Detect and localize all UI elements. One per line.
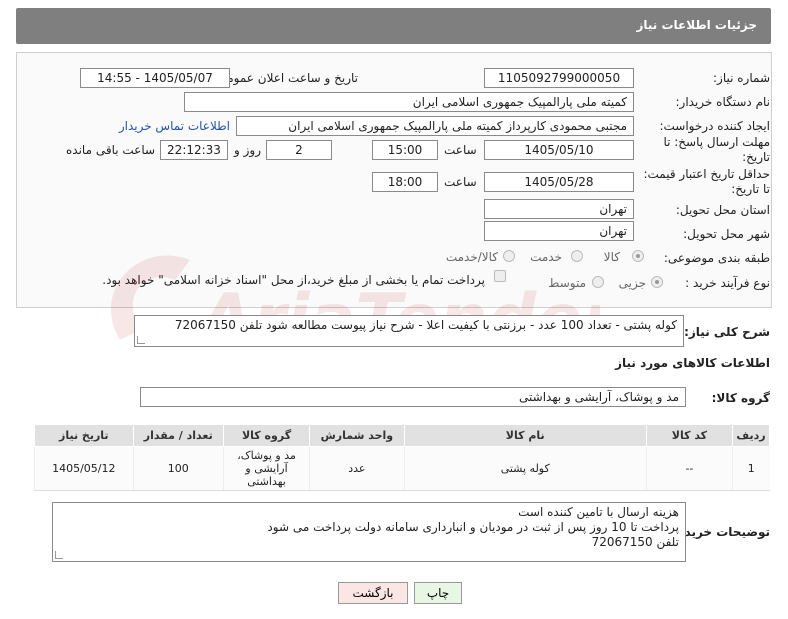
price-validity-time-field: 18:00	[372, 172, 438, 192]
remaining-time-label: ساعت باقی مانده	[66, 143, 156, 157]
back-button[interactable]: بازگشت	[338, 582, 408, 604]
category-service-label: خدمت	[530, 250, 562, 264]
buyer-notes-line-3: تلفن 72067150	[591, 535, 679, 549]
remaining-days-label: روز و	[234, 143, 261, 157]
deadline-time-field: 15:00	[372, 140, 438, 160]
process-minor-radio[interactable]	[651, 276, 663, 288]
buyer-notes-field: هزینه ارسال با تامین کننده است پرداخت تا…	[52, 502, 686, 562]
remaining-time-field: 22:12:33	[160, 140, 228, 160]
category-label: طبقه بندی موضوعی:	[663, 251, 770, 265]
print-button[interactable]: چاپ	[414, 582, 462, 604]
table-row: 1 -- کوله پشتی عدد مد و پوشاک، آرایشی و …	[34, 446, 770, 491]
city-field: تهران	[484, 221, 634, 241]
process-medium-label: متوسط	[548, 276, 586, 290]
requester-label: ایجاد کننده درخواست:	[659, 119, 770, 133]
treasury-payment-checkbox[interactable]	[494, 270, 506, 282]
need-number-label: شماره نیاز:	[713, 71, 770, 85]
cell-row-number: 1	[732, 446, 770, 491]
category-goods-radio[interactable]	[632, 250, 644, 262]
category-goods-label: کالا	[603, 250, 620, 264]
requester-field: مجتبی محمودی کارپرداز کمیته ملی پارالمپی…	[236, 116, 634, 136]
buyer-contact-link[interactable]: اطلاعات تماس خریدار	[119, 119, 230, 133]
cell-quantity: 100	[132, 446, 224, 491]
treasury-payment-note: پرداخت تمام یا بخشی از مبلغ خرید،از محل …	[102, 273, 485, 287]
summary-field: کوله پشتی - تعداد 100 عدد - برزنتی با کی…	[134, 315, 684, 347]
cell-unit: عدد	[309, 446, 405, 491]
province-label: استان محل تحویل:	[675, 203, 770, 217]
city-label: شهر محل تحویل:	[683, 227, 770, 241]
col-header-quantity: تعداد / مقدار	[132, 424, 224, 447]
process-medium-radio[interactable]	[592, 276, 604, 288]
buyer-notes-line-2: پرداخت تا 10 روز پس از ثبت در مودیان و ا…	[267, 520, 679, 534]
page-header: جزئیات اطلاعات نیاز	[16, 8, 771, 44]
deadline-time-label: ساعت	[444, 143, 477, 157]
cell-need-date: 1405/05/12	[34, 446, 134, 491]
deadline-label-line2: تاریخ:	[742, 150, 770, 164]
table-header-row: ردیف کد کالا نام کالا واحد شمارش گروه کا…	[34, 424, 770, 447]
price-validity-label-line1: حداقل تاریخ اعتبار قیمت:	[643, 167, 770, 181]
goods-group-field: مد و پوشاک، آرایشی و بهداشتی	[140, 387, 686, 407]
price-validity-time-label: ساعت	[444, 175, 477, 189]
buyer-org-label: نام دستگاه خریدار:	[675, 95, 771, 109]
province-field: تهران	[484, 199, 634, 219]
cell-group: مد و پوشاک، آرایشی و بهداشتی	[222, 446, 310, 491]
col-header-group: گروه کالا	[222, 424, 311, 447]
announce-datetime-label: تاریخ و ساعت اعلان عمومی:	[213, 71, 358, 85]
need-number-field: 1105092799000050	[484, 68, 634, 88]
page-title: جزئیات اطلاعات نیاز	[636, 18, 757, 32]
col-header-name: نام کالا	[403, 424, 647, 447]
price-validity-date-field: 1405/05/28	[484, 172, 634, 192]
process-type-label: نوع فرآیند خرید :	[685, 276, 770, 290]
goods-info-title: اطلاعات کالاهای مورد نیاز	[615, 356, 770, 370]
cell-name: کوله پشتی	[403, 446, 647, 491]
resize-handle[interactable]	[55, 551, 63, 559]
buyer-org-field: کمیته ملی پارالمپیک جمهوری اسلامی ایران	[184, 92, 634, 112]
category-goods-service-label: کالا/خدمت	[445, 250, 498, 264]
category-service-radio[interactable]	[571, 250, 583, 262]
col-header-need-date: تاریخ نیاز	[34, 424, 134, 447]
col-header-code: کد کالا	[645, 424, 734, 447]
cell-code: --	[645, 446, 733, 491]
resize-handle[interactable]	[137, 336, 145, 344]
remaining-days-field: 2	[266, 140, 332, 160]
deadline-label-line1: مهلت ارسال پاسخ: تا	[663, 135, 770, 149]
announce-datetime-field: 1405/05/07 - 14:55	[80, 68, 230, 88]
category-goods-service-radio[interactable]	[503, 250, 515, 262]
goods-group-label: گروه کالا:	[711, 391, 770, 405]
summary-text: کوله پشتی - تعداد 100 عدد - برزنتی با کی…	[174, 318, 677, 332]
summary-label: شرح کلی نیاز:	[684, 325, 770, 339]
col-header-row-number: ردیف	[732, 424, 770, 447]
col-header-unit: واحد شمارش	[309, 424, 405, 447]
deadline-date-field: 1405/05/10	[484, 140, 634, 160]
goods-table: ردیف کد کالا نام کالا واحد شمارش گروه کا…	[34, 424, 770, 491]
process-minor-label: جزیی	[618, 276, 646, 290]
buyer-notes-line-1: هزینه ارسال با تامین کننده است	[518, 505, 679, 519]
price-validity-label-line2: تا تاریخ:	[731, 182, 770, 196]
